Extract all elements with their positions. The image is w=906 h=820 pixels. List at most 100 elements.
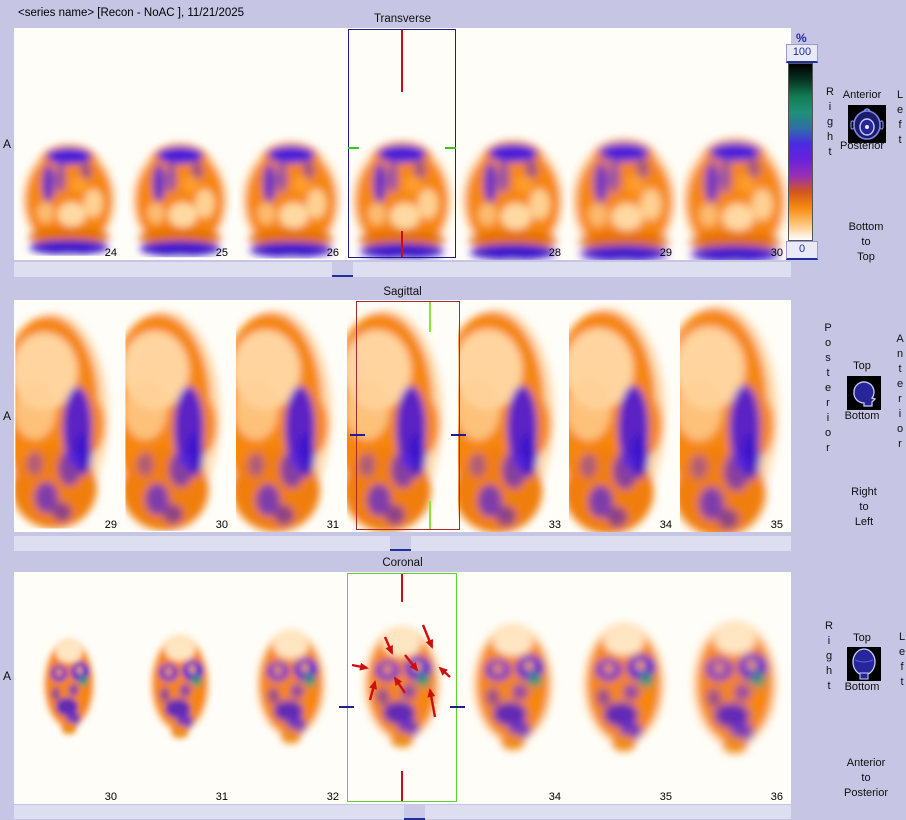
slice-number: 30 <box>771 247 783 259</box>
sagittal-slice-row: 29 30 31 33 34 35 <box>14 300 791 532</box>
brain-slice-image <box>14 300 125 532</box>
slice-cell[interactable]: 25 <box>125 28 236 260</box>
brain-slice-image <box>347 28 458 260</box>
brain-slice-image <box>458 300 569 532</box>
slice-cell[interactable]: 35 <box>569 572 680 804</box>
slice-number: 33 <box>549 519 561 531</box>
head-sagittal-icon <box>847 376 881 410</box>
brain-slice-image <box>125 28 236 260</box>
direction-label: Anterior <box>823 757 906 769</box>
slice-cell[interactable]: 28 <box>458 28 569 260</box>
scrollbar-thumb[interactable] <box>404 805 425 820</box>
brain-slice-image <box>458 28 569 260</box>
slice-cell[interactable]: 31 <box>125 572 236 804</box>
slice-cell[interactable]: 30 <box>680 28 791 260</box>
brain-slice-image <box>569 28 680 260</box>
slice-number: 31 <box>327 519 339 531</box>
orientation-bottom-label: Bottom <box>829 410 895 422</box>
slice-cell[interactable]: 32 <box>236 572 347 804</box>
view-label-sagittal: Sagittal <box>14 286 791 298</box>
coronal-slice-row: 30 31 32 34 35 36 <box>14 572 791 804</box>
brain-slice-image <box>347 572 458 804</box>
orientation-a-label: A <box>3 669 11 683</box>
orientation-top-label: Top <box>836 360 888 372</box>
slice-number: 31 <box>216 791 228 803</box>
colorbar-gradient <box>788 63 813 241</box>
orientation-top-label: Anterior <box>830 89 894 101</box>
brain-slice-image <box>236 28 347 260</box>
brain-slice-image <box>680 28 791 260</box>
slice-number: 34 <box>660 519 672 531</box>
transverse-slice-row: 24 25 26 28 29 30 <box>14 28 791 260</box>
scrollbar-thumb[interactable] <box>332 262 353 277</box>
direction-label: Posterior <box>823 787 906 799</box>
coronal-scrollbar[interactable] <box>14 805 791 819</box>
brain-slice-image <box>14 28 125 260</box>
orientation-right-label: Anterior <box>894 333 905 453</box>
brain-slice-image <box>14 572 125 804</box>
view-label-transverse: Transverse <box>14 13 791 25</box>
brain-slice-image <box>680 572 791 804</box>
orientation-right-label: Left <box>896 631 906 691</box>
slice-number: 25 <box>216 247 228 259</box>
direction-label: to <box>836 236 896 248</box>
direction-label: Right <box>834 486 894 498</box>
head-axial-icon <box>848 105 886 143</box>
colorbar-min-value[interactable]: 0 <box>786 241 818 260</box>
slice-cell[interactable]: 29 <box>14 300 125 532</box>
slice-number: 30 <box>105 791 117 803</box>
brain-slice-image <box>125 572 236 804</box>
head-coronal-icon <box>847 647 881 681</box>
view-label-coronal: Coronal <box>14 557 791 569</box>
direction-label: Top <box>836 251 896 263</box>
slice-cell[interactable]: 33 <box>458 300 569 532</box>
slice-number: 26 <box>327 247 339 259</box>
slice-number: 34 <box>549 791 561 803</box>
slice-number: 29 <box>660 247 672 259</box>
slice-cell[interactable] <box>347 28 458 260</box>
slice-cell[interactable]: 34 <box>458 572 569 804</box>
brain-slice-image <box>680 300 791 532</box>
brain-slice-image <box>569 300 680 532</box>
slice-cell[interactable] <box>347 572 458 804</box>
slice-cell[interactable]: 34 <box>569 300 680 532</box>
slice-cell[interactable]: 29 <box>569 28 680 260</box>
slice-cell[interactable] <box>347 300 458 532</box>
transverse-scrollbar[interactable] <box>14 262 791 277</box>
colorbar-unit-label: % <box>796 31 807 45</box>
direction-label: to <box>834 501 894 513</box>
slice-cell[interactable]: 30 <box>125 300 236 532</box>
slice-number: 32 <box>327 791 339 803</box>
slice-number: 24 <box>105 247 117 259</box>
slice-cell[interactable]: 24 <box>14 28 125 260</box>
orientation-a-label: A <box>3 137 11 151</box>
slice-cell[interactable]: 36 <box>680 572 791 804</box>
orientation-left-label: Posterior <box>822 322 833 457</box>
brain-slice-image <box>458 572 569 804</box>
slice-number: 30 <box>216 519 228 531</box>
colorbar-max-value[interactable]: 100 <box>786 44 818 63</box>
slice-number: 35 <box>771 519 783 531</box>
orientation-right-label: Left <box>894 89 905 149</box>
slice-cell[interactable]: 30 <box>14 572 125 804</box>
direction-label: to <box>823 772 906 784</box>
slice-cell[interactable]: 26 <box>236 28 347 260</box>
slice-number: 36 <box>771 791 783 803</box>
direction-label: Left <box>834 516 894 528</box>
orientation-top-label: Top <box>836 632 888 644</box>
brain-slice-image <box>569 572 680 804</box>
slice-number: 28 <box>549 247 561 259</box>
brain-slice-image <box>347 300 458 532</box>
scrollbar-thumb[interactable] <box>390 536 411 551</box>
slice-cell[interactable]: 31 <box>236 300 347 532</box>
orientation-bottom-label: Bottom <box>829 681 895 693</box>
orientation-a-label: A <box>3 409 11 423</box>
slice-number: 29 <box>105 519 117 531</box>
brain-slice-image <box>125 300 236 532</box>
direction-label: Bottom <box>836 221 896 233</box>
brain-slice-image <box>236 572 347 804</box>
brain-slice-image <box>236 300 347 532</box>
orientation-bottom-label: Posterior <box>824 140 900 152</box>
sagittal-scrollbar[interactable] <box>14 536 791 551</box>
slice-cell[interactable]: 35 <box>680 300 791 532</box>
